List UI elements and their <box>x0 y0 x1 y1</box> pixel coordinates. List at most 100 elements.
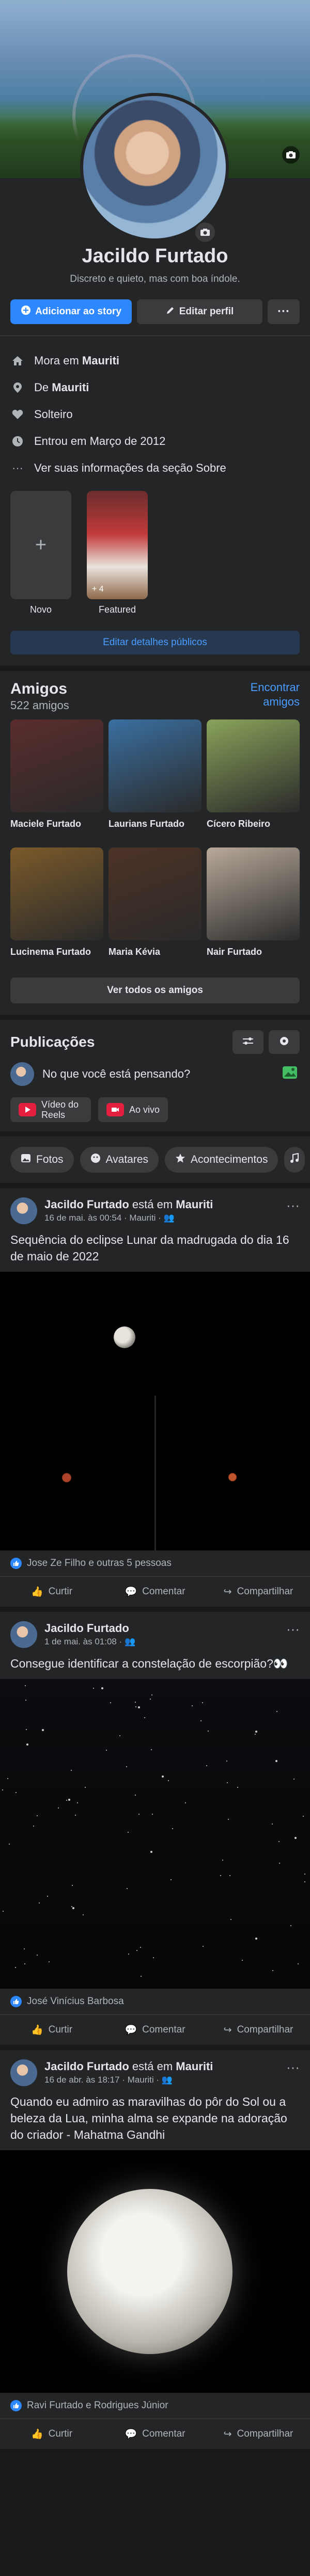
composer-input[interactable]: No que você está pensando? <box>42 1067 274 1081</box>
photo-icon[interactable] <box>282 1065 300 1083</box>
star-dot <box>138 1814 140 1815</box>
like-icon <box>10 1996 22 2007</box>
star-dot <box>278 1841 280 1842</box>
filter-events[interactable]: Acontecimentos <box>165 1147 278 1173</box>
featured-new[interactable]: + Novo <box>10 491 71 615</box>
post-actions: 👍 Curtir 💬 Comentar ↪ Compartilhar <box>0 1577 310 1607</box>
live-button[interactable]: Ao vivo <box>98 1097 168 1122</box>
profile-picture[interactable] <box>80 93 229 242</box>
filter-avatars[interactable]: Avatares <box>80 1147 159 1173</box>
post-photo[interactable] <box>156 1396 310 1550</box>
star-dot <box>58 1807 59 1809</box>
photo-icon <box>21 1154 31 1166</box>
comment-button[interactable]: 💬 Comentar <box>103 1586 207 1598</box>
avatar[interactable] <box>10 2059 37 2086</box>
like-button[interactable]: 👍 Curtir <box>0 2024 103 2036</box>
post-more-icon[interactable]: ··· <box>286 1197 300 1224</box>
post-place[interactable]: Mauriti <box>176 1198 213 1211</box>
see-about-link[interactable]: ··· Ver suas informações da seção Sobre <box>10 455 300 482</box>
post-author[interactable]: Jacildo Furtado <box>44 2060 129 2073</box>
settings-button[interactable] <box>269 1030 300 1054</box>
friend-card[interactable]: Laurians Furtado <box>109 719 202 843</box>
star-dot <box>24 1948 25 1949</box>
post-time[interactable]: 16 de mai. às 00:54 · Mauriti · <box>44 1213 164 1223</box>
friends-count: 522 amigos <box>10 699 69 712</box>
find-friends-link[interactable]: Encontrar amigos <box>233 680 300 709</box>
edit-profile-button[interactable]: Editar perfil <box>137 299 262 324</box>
star-dot <box>242 1960 243 1961</box>
star-dot <box>226 1761 227 1762</box>
see-all-friends-button[interactable]: Ver todos os amigos <box>10 978 300 1003</box>
reactions-summary[interactable]: José Vinícius Barbosa <box>0 1989 310 2015</box>
star-dot <box>162 1775 164 1778</box>
featured-collection[interactable]: + 4 Featured <box>87 491 148 615</box>
star-dot <box>228 1819 229 1820</box>
post-time[interactable]: 1 de mai. às 01:08 · <box>44 1637 125 1646</box>
friends-audience-icon: 👥 <box>161 2075 173 2085</box>
filter-button[interactable] <box>233 1030 264 1054</box>
post-more-icon[interactable]: ··· <box>286 1621 300 1648</box>
star-dot <box>290 1925 291 1926</box>
post-composer[interactable]: No que você está pensando? <box>10 1062 300 1086</box>
star-dot <box>7 1778 8 1779</box>
friend-card[interactable]: Cícero Ribeiro <box>207 719 300 843</box>
share-button[interactable]: ↪ Compartilhar <box>207 2428 310 2440</box>
dots-icon: ··· <box>12 461 23 474</box>
featured-section: + Novo + 4 Featured <box>0 482 310 615</box>
reactions-summary[interactable]: Ravi Furtado e Rodrigues Júnior <box>0 2393 310 2419</box>
star-dot <box>208 1731 209 1732</box>
star-dot <box>3 1911 4 1912</box>
post-author[interactable]: Jacildo Furtado <box>44 1198 129 1211</box>
avatar[interactable] <box>10 1197 37 1224</box>
like-button[interactable]: 👍 Curtir <box>0 2428 103 2440</box>
friend-card[interactable]: Maria Kévia <box>109 847 202 971</box>
edit-public-details-button[interactable]: Editar detalhes públicos <box>10 631 300 654</box>
from-city[interactable]: Mauriti <box>52 381 89 394</box>
star-dot <box>138 1706 140 1708</box>
share-button[interactable]: ↪ Compartilhar <box>207 2024 310 2036</box>
star-dot <box>220 1875 221 1876</box>
post-photo[interactable] <box>0 1396 154 1550</box>
music-note-icon <box>290 1153 299 1166</box>
filter-photos-label: Fotos <box>36 1154 64 1165</box>
star-dot <box>26 1743 28 1746</box>
filter-photos[interactable]: Fotos <box>10 1147 74 1173</box>
moon-image <box>114 1326 135 1348</box>
star-dot <box>202 1702 203 1703</box>
friend-card[interactable]: Lucinema Furtado <box>10 847 103 971</box>
post-photo[interactable] <box>0 1679 310 1989</box>
lives-city[interactable]: Mauriti <box>82 354 119 367</box>
cover-camera-icon[interactable] <box>282 146 300 164</box>
avatar-camera-icon[interactable] <box>194 221 216 244</box>
post-photo[interactable] <box>0 2150 310 2393</box>
post-connector: está em <box>129 1198 176 1211</box>
star-dot <box>72 1885 73 1886</box>
comment-label: Comentar <box>142 2024 185 2035</box>
avatar[interactable] <box>10 1621 37 1648</box>
reels-button[interactable]: Vídeo do Reels <box>10 1097 91 1122</box>
post-place[interactable]: Mauriti <box>176 2060 213 2073</box>
reactions-summary[interactable]: Jose Ze Filho e outras 5 pessoas <box>0 1550 310 1577</box>
friend-card[interactable]: Nair Furtado <box>207 847 300 971</box>
more-options-button[interactable]: ··· <box>268 299 300 324</box>
post-author[interactable]: Jacildo Furtado <box>44 1622 129 1635</box>
share-button[interactable]: ↪ Compartilhar <box>207 1586 310 1598</box>
about-from: De Mauriti <box>10 374 300 401</box>
post-time[interactable]: 16 de abr. às 18:17 · Mauriti · <box>44 2075 162 2085</box>
post-more-icon[interactable]: ··· <box>286 2059 300 2086</box>
friend-card[interactable]: Maciele Furtado <box>10 719 103 843</box>
comment-button[interactable]: 💬 Comentar <box>103 2428 207 2440</box>
like-button[interactable]: 👍 Curtir <box>0 1586 103 1598</box>
video-camera-icon <box>106 1103 124 1116</box>
star-dot <box>272 1823 273 1825</box>
filter-music[interactable] <box>284 1147 305 1173</box>
filter-avatars-label: Avatares <box>105 1154 149 1165</box>
new-featured-label: Novo <box>29 604 52 615</box>
star-dot <box>85 1787 86 1788</box>
post-photo[interactable] <box>0 1272 310 1396</box>
star-dot <box>150 1851 152 1853</box>
comment-button[interactable]: 💬 Comentar <box>103 2024 207 2036</box>
add-story-button[interactable]: Adicionar ao story <box>10 299 132 324</box>
moon-image <box>228 1473 237 1481</box>
star-dot <box>272 1970 273 1971</box>
